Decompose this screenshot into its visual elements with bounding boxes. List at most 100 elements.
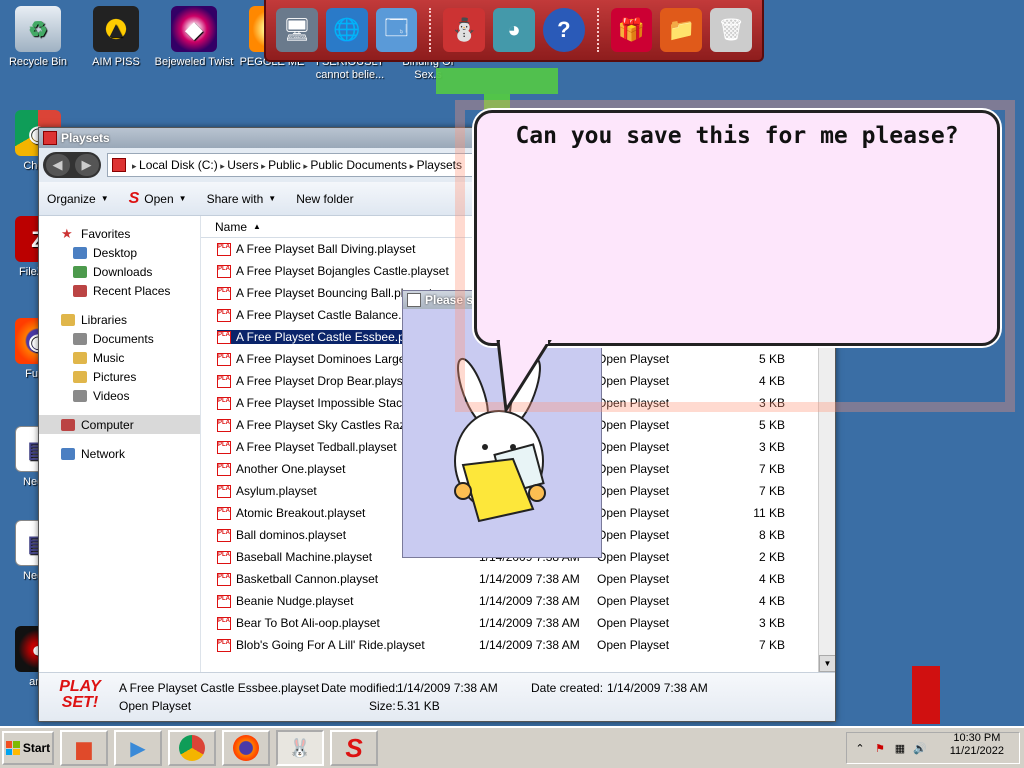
- control-panel-icon[interactable]: 🗔: [375, 8, 418, 52]
- playset-file-icon: PLAY SET: [217, 462, 231, 476]
- file-type: Open Playset: [597, 572, 670, 586]
- speech-bubble: Can you save this for me please?: [474, 110, 1000, 346]
- volume-icon[interactable]: 🔊: [913, 741, 927, 755]
- folder-icon: [112, 158, 126, 172]
- folder-icon: [73, 246, 87, 259]
- desktop-shortcut[interactable]: ▲ AIM PISS: [76, 6, 156, 69]
- share-with-button[interactable]: Share with ▼: [207, 192, 277, 206]
- network-icon[interactable]: ▦: [893, 741, 907, 755]
- help-icon[interactable]: ?: [542, 8, 585, 52]
- file-type: Open Playset: [597, 374, 670, 388]
- details-size-label: Size:: [369, 699, 396, 713]
- nav-item-pictures[interactable]: Pictures: [39, 367, 200, 386]
- nav-item-videos[interactable]: Videos: [39, 386, 200, 405]
- library-icon: [73, 332, 87, 345]
- table-row[interactable]: PLAY SET Bear To Bot Ali-oop.playset 1/14/…: [201, 612, 835, 634]
- file-size: 4 KB: [758, 594, 785, 608]
- red-marker: [912, 666, 940, 724]
- desktop-shortcut-label: AIM PISS: [92, 56, 140, 68]
- file-name: Another One.playset: [236, 462, 346, 476]
- chevron-right-icon: ▸: [407, 161, 417, 171]
- file-size: 7 KB: [758, 484, 785, 498]
- breadcrumb-item[interactable]: Playsets: [417, 158, 462, 172]
- bunny-icon: [407, 293, 421, 307]
- details-date-modified-label: Date modified:: [321, 681, 399, 695]
- file-name-cell: PLAY SET Another One.playset: [217, 462, 345, 476]
- desktop-shortcut[interactable]: ♻ Recycle Bin: [0, 6, 78, 69]
- breadcrumb-item[interactable]: Public: [268, 158, 301, 172]
- nav-item-label: Downloads: [93, 264, 153, 279]
- file-name-cell: PLAY SET Ball dominos.playset: [217, 528, 346, 542]
- nav-network[interactable]: Network: [39, 444, 200, 463]
- file-type: Open Playset: [597, 506, 670, 520]
- file-name-cell: PLAY SET A Free Playset Bojangles Castle.…: [217, 264, 449, 278]
- recycle-bin-icon[interactable]: 🗑: [710, 8, 753, 52]
- taskbar-explorer-button[interactable]: ▆: [60, 730, 108, 766]
- media-player-icon: ▶: [130, 737, 146, 760]
- dock-separator: [596, 8, 599, 52]
- navigation-pane: ★ Favorites Desktop Downloads Recent Place…: [39, 216, 201, 672]
- new-folder-button[interactable]: New folder: [296, 192, 353, 206]
- organize-button[interactable]: Organize ▼: [47, 192, 109, 206]
- start-button[interactable]: Start: [2, 731, 54, 765]
- file-name: Beanie Nudge.playset: [236, 594, 354, 608]
- dock-separator: [429, 8, 432, 52]
- taskbar: Start ▆ ▶ 🐰 S ⌃ ⚑ ▦ 🔊 10:30 PM 11/21/202…: [0, 726, 1024, 768]
- playset-file-icon: PLAY SET: [217, 550, 231, 564]
- file-type: Open Playset: [597, 396, 670, 410]
- chevron-up-icon[interactable]: ⌃: [853, 741, 867, 755]
- bunny-icon: 🐰: [288, 737, 312, 758]
- nav-item-recent-places[interactable]: Recent Places: [39, 281, 200, 300]
- clock[interactable]: 10:30 PM 11/21/2022: [950, 732, 1004, 758]
- gift-icon[interactable]: 🎁: [610, 8, 653, 52]
- folder-icon[interactable]: 📁: [660, 8, 703, 52]
- nav-libraries[interactable]: Libraries: [39, 310, 200, 329]
- breadcrumb-item[interactable]: Public Documents: [310, 158, 407, 172]
- back-arrow-icon[interactable]: ◀: [45, 154, 70, 176]
- folder-icon: [73, 265, 87, 278]
- nav-item-downloads[interactable]: Downloads: [39, 262, 200, 281]
- snowman-icon[interactable]: ⛄: [443, 8, 486, 52]
- table-row[interactable]: PLAY SET Beanie Nudge.playset 1/14/2009 7:…: [201, 590, 835, 612]
- taskbar-media-button[interactable]: ▶: [114, 730, 162, 766]
- action-center-icon[interactable]: ⚑: [873, 741, 887, 755]
- file-size: 8 KB: [758, 528, 785, 542]
- libraries-icon: [61, 313, 75, 326]
- file-name: Ball dominos.playset: [236, 528, 347, 542]
- computer-icon[interactable]: 🖥: [276, 8, 318, 52]
- desktop-shortcut[interactable]: ◆ Bejeweled Twist: [154, 6, 234, 69]
- taskbar-bunny-button[interactable]: 🐰: [276, 730, 324, 766]
- network-icon[interactable]: 🌐: [325, 8, 368, 52]
- playset-file-icon: PLAY SET: [217, 506, 231, 520]
- file-type: Open Playset: [597, 638, 670, 652]
- nav-item-documents[interactable]: Documents: [39, 329, 200, 348]
- taskbar-firefox-button[interactable]: [222, 730, 270, 766]
- file-date: 1/14/2009 7:38 AM: [479, 594, 580, 608]
- nav-item-music[interactable]: Music: [39, 348, 200, 367]
- chevron-down-icon: ▼: [178, 194, 187, 203]
- nav-favorites[interactable]: ★ Favorites: [39, 224, 200, 243]
- file-name: A Free Playset Ball Diving.playset: [236, 242, 416, 256]
- open-button[interactable]: S Open ▼: [129, 190, 187, 208]
- file-name: A Free Playset Drop Bear.playset: [236, 374, 413, 388]
- file-name-cell: PLAY SET Bear To Bot Ali-oop.playset: [217, 616, 380, 630]
- network-icon: [61, 447, 75, 460]
- sort-up-icon: ▲: [253, 222, 261, 231]
- nav-item-desktop[interactable]: Desktop: [39, 243, 200, 262]
- chrome-icon: [179, 735, 205, 761]
- breadcrumb: ▸ Local Disk (C:) ▸ Users ▸ Public ▸ Pub…: [132, 158, 462, 172]
- taskbar-playset-button[interactable]: S: [330, 730, 378, 766]
- nav-computer[interactable]: Computer: [39, 415, 200, 434]
- windows-orb-icon[interactable]: ◕: [493, 8, 535, 52]
- taskbar-chrome-button[interactable]: [168, 730, 216, 766]
- nav-item-label: Recent Places: [93, 283, 171, 298]
- breadcrumb-item[interactable]: Users: [227, 158, 258, 172]
- scroll-down-icon[interactable]: ▼: [819, 655, 835, 672]
- breadcrumb-item[interactable]: Local Disk (C:): [139, 158, 218, 172]
- table-row[interactable]: PLAY SET Basketball Cannon.playset 1/14/20…: [201, 568, 835, 590]
- file-name-cell: PLAY SET A Free Playset Tedball.playset: [217, 440, 397, 454]
- file-size: 5 KB: [758, 418, 785, 432]
- details-type: Open Playset: [119, 699, 192, 713]
- table-row[interactable]: PLAY SET Blob's Going For A Lill' Ride.pl…: [201, 634, 835, 656]
- forward-arrow-icon[interactable]: ▶: [74, 154, 99, 176]
